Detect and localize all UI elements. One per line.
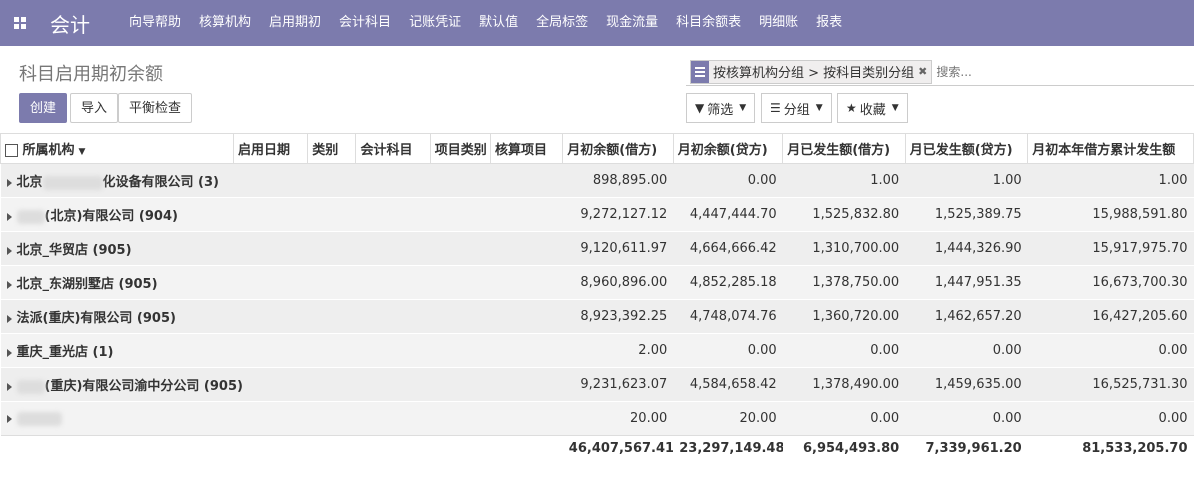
search-facet[interactable]: 按核算机构分组 > 按科目类别分组 ✖ [690,59,933,84]
favorite-dropdown[interactable]: ★ 收藏 ▼ [837,93,908,123]
remove-facet-icon[interactable]: ✖ [918,65,931,78]
group-dropdown[interactable]: ☰ 分组 ▼ [761,93,832,123]
import-button[interactable]: 导入 [70,93,119,123]
balance-table: 所属机构 ▼ 启用日期 类别 会计科目 项目类别 核算项目 月初余额(借方) 月初… [0,133,1194,462]
total-month-debit: 6,954,493.80 [782,435,906,462]
search-bar: 按核算机构分组 > 按科目类别分组 ✖ [686,58,1194,86]
col-open-credit[interactable]: 月初余额(贷方) [672,133,784,164]
expand-caret-icon[interactable] [6,280,12,289]
menu-item-reports[interactable]: 报表 [807,0,851,46]
group-row[interactable]: (北京)有限公司 (904) 9,272,127.12 4,447,444.70 1… [0,197,1194,232]
expand-caret-icon[interactable] [6,348,12,357]
menu-item-tags[interactable]: 全局标签 [527,0,597,46]
menu-item-vouchers[interactable]: 记账凭证 [400,0,470,46]
filter-label: 筛选 [707,102,734,118]
expand-caret-icon[interactable] [6,212,12,221]
menu-item-opening[interactable]: 启用期初 [260,0,330,46]
search-input[interactable] [936,64,1137,79]
app-title[interactable]: 会计 [50,9,90,38]
group-label: 分组 [783,102,810,118]
menu-item-defaults[interactable]: 默认值 [470,0,527,46]
caret-down-icon: ▼ [739,103,747,113]
expand-caret-icon[interactable] [6,382,12,391]
expand-caret-icon[interactable] [6,414,12,423]
select-all-checkbox[interactable] [5,144,18,157]
totals-row: 46,407,567.41 23,297,149.48 6,954,493.80… [0,435,1194,462]
create-button[interactable]: 创建 [19,93,68,123]
apps-menu-icon[interactable] [0,0,40,46]
menu-item-cashflow[interactable]: 现金流量 [597,0,667,46]
col-start-date[interactable]: 启用日期 [232,133,309,164]
top-navbar: 会计 向导帮助 核算机构 启用期初 会计科目 记账凭证 默认值 全局标签 现金流… [0,0,1194,46]
group-row[interactable]: 20.00 20.00 0.00 0.00 0.00 [0,401,1194,436]
caret-down-icon: ▼ [891,103,899,113]
group-by-icon [691,60,709,83]
menu-item-wizard[interactable]: 向导帮助 [120,0,190,46]
menu-item-accounts[interactable]: 会计科目 [330,0,400,46]
balance-check-button[interactable]: 平衡检查 [118,93,193,123]
total-month-credit: 7,339,961.20 [905,435,1028,462]
total-ytd-debit: 81,533,205.70 [1027,435,1194,462]
expand-caret-icon[interactable] [6,314,12,323]
group-row[interactable]: 法派(重庆)有限公司 (905) 8,923,392.25 4,748,074.7… [0,299,1194,334]
main-menu: 向导帮助 核算机构 启用期初 会计科目 记账凭证 默认值 全局标签 现金流量 科… [120,0,851,46]
group-row[interactable]: 重庆_重光店 (1) 2.00 0.00 0.00 0.00 0.00 [0,333,1194,368]
table-header-row: 所属机构 ▼ 启用日期 类别 会计科目 项目类别 核算项目 月初余额(借方) 月初… [0,133,1194,164]
col-month-debit[interactable]: 月已发生额(借方) [782,133,906,164]
group-row[interactable]: 北京_东湖别墅店 (905) 8,960,896.00 4,852,285.18 1… [0,265,1194,300]
control-panel: 科目启用期初余额 创建 导入 平衡检查 按核算机构分组 > 按科目类别分组 ✖ … [0,46,1194,132]
menu-item-balance[interactable]: 科目余额表 [667,0,750,46]
col-org[interactable]: 所属机构 ▼ [0,133,234,164]
expand-caret-icon[interactable] [6,178,12,187]
search-facet-label: 按核算机构分组 > 按科目类别分组 [713,66,915,81]
total-open-credit: 23,297,149.48 [673,435,783,462]
list-icon: ☰ [770,101,781,115]
col-category[interactable]: 类别 [307,133,357,164]
group-row[interactable]: (重庆)有限公司渝中分公司 (905) 9,231,623.07 4,584,65… [0,367,1194,402]
menu-item-ledger[interactable]: 明细账 [750,0,807,46]
sort-caret-icon: ▼ [78,147,86,157]
total-open-debit: 46,407,567.41 [562,435,674,462]
col-open-debit[interactable]: 月初余额(借方) [562,133,674,164]
favorite-label: 收藏 [859,102,886,118]
caret-down-icon: ▼ [815,103,823,113]
col-month-credit[interactable]: 月已发生额(贷方) [904,133,1029,164]
col-ytd-debit[interactable]: 月初本年借方累计发生额 [1027,133,1194,164]
expand-caret-icon[interactable] [6,246,12,255]
col-item[interactable]: 核算项目 [489,133,564,164]
page-title: 科目启用期初余额 [19,64,163,85]
filter-icon: ▼ [695,101,705,115]
group-row[interactable]: 北京 化设备有限公司 (3) 898,895.00 0.00 1.00 1.00 1.00 [0,163,1194,198]
col-account[interactable]: 会计科目 [355,133,431,164]
group-row[interactable]: 北京_华贸店 (905) 9,120,611.97 4,664,666.42 1,3… [0,231,1194,266]
col-item-type[interactable]: 项目类别 [429,133,492,164]
menu-item-org[interactable]: 核算机构 [190,0,260,46]
filter-dropdown[interactable]: ▼ 筛选 ▼ [686,93,756,123]
star-icon: ★ [846,101,857,115]
